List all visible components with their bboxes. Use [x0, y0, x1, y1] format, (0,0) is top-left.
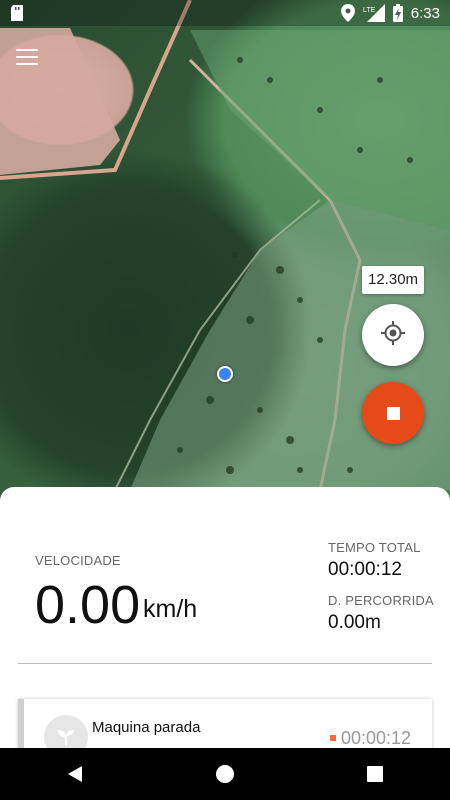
sd-card-icon: [10, 5, 24, 21]
stop-icon: [386, 406, 400, 420]
network-type: LTE: [363, 7, 376, 14]
event-card[interactable]: Maquina parada 00:00:12: [18, 699, 432, 748]
back-triangle-icon: [68, 766, 82, 782]
battery-charging-icon: [392, 4, 403, 22]
current-position-marker: [217, 366, 233, 382]
gps-accuracy-label: 12.30m: [362, 266, 425, 294]
back-button[interactable]: [55, 754, 95, 794]
status-bar: LTE 6:33: [0, 0, 450, 26]
speed-unit: km/h: [143, 595, 198, 623]
status-icons: LTE 6:33: [340, 4, 440, 22]
locate-button[interactable]: [362, 304, 424, 366]
total-time-label: TEMPO TOTAL: [328, 540, 421, 555]
event-time: 00:00:12: [341, 728, 412, 748]
distance-value: 0.00m: [328, 612, 381, 633]
distance-label: D. PERCORRIDA: [328, 593, 434, 608]
recents-square-icon: [367, 766, 383, 782]
speed-value: 0.00: [35, 575, 141, 635]
home-button[interactable]: [205, 754, 245, 794]
clock: 6:33: [410, 4, 440, 22]
gps-fixed-icon: [380, 320, 406, 351]
divider: [18, 663, 432, 664]
event-status-marker: [330, 735, 336, 741]
menu-icon[interactable]: [16, 44, 46, 70]
recents-button[interactable]: [355, 754, 395, 794]
location-icon: [340, 4, 355, 22]
total-time-value: 00:00:12: [328, 559, 402, 580]
system-nav-bar: [0, 748, 450, 800]
event-title: Maquina parada: [92, 719, 201, 736]
speed-label: VELOCIDADE: [35, 553, 121, 568]
sprout-icon: [44, 715, 88, 748]
signal-icon: LTE: [363, 4, 385, 22]
stats-sheet: VELOCIDADE 0.00 km/h TEMPO TOTAL 00:00:1…: [0, 487, 450, 748]
home-circle-icon: [216, 765, 234, 783]
stop-recording-button[interactable]: [362, 382, 424, 444]
